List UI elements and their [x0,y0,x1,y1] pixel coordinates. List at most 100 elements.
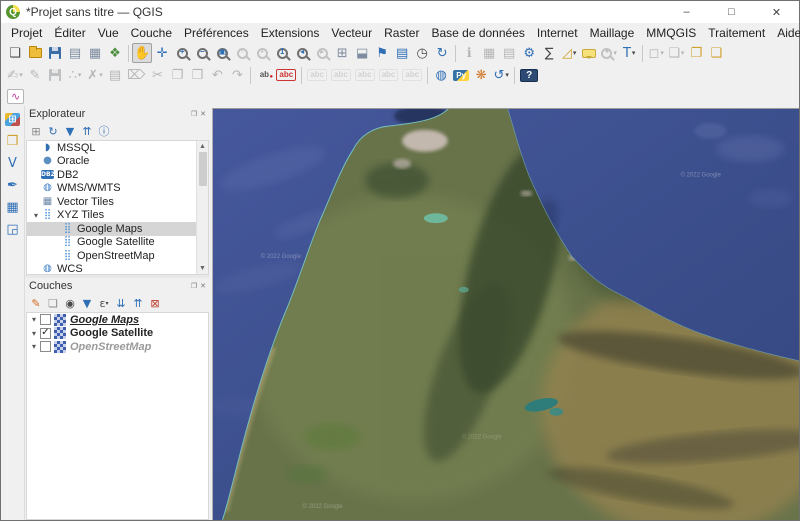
filter-expression-button[interactable]: ε ▾ [96,295,112,311]
show-hidden-labels-button[interactable]: abc [377,65,401,85]
redo-button[interactable]: ↷ [227,65,247,85]
menu-pr-f-rences[interactable]: Préférences [178,25,255,41]
cut-features-button[interactable]: ✂ [147,65,167,85]
show-hide-labels-button[interactable]: abc [329,65,353,85]
save-edits-button[interactable] [45,65,65,85]
plugin-palette-button[interactable]: ❋ [471,65,491,85]
paste-features-button[interactable]: ❒ [187,65,207,85]
pin-labels-button[interactable]: ❑ [706,43,726,63]
measure-button[interactable]: ◿ ▾ [559,43,579,63]
filter-legend-button[interactable]: ▼ [79,295,95,311]
pan-map-button[interactable]: ✋ [132,43,153,63]
new-geopackage-layer-button[interactable]: ❒ [3,131,23,151]
chevron-down-icon[interactable]: ▾ [660,49,664,57]
menu-projet[interactable]: Projet [5,25,48,41]
chevron-down-icon[interactable]: ▾ [632,49,636,57]
processing-history-button[interactable]: ↺ ▾ [491,65,511,85]
statistics-panel-button[interactable]: ∑ [539,43,559,63]
zoom-to-layer-button[interactable]: ▪ [252,43,272,63]
add-group-button[interactable]: ❏ [45,295,61,311]
style-manager-button[interactable]: ❖ [105,43,125,63]
chevron-down-icon[interactable]: ▾ [78,71,82,79]
close-button[interactable]: ✕ [754,1,799,23]
highlight-pinned-labels-button[interactable]: abc [305,65,329,85]
select-by-form-button[interactable]: ❏ ▾ [666,43,686,63]
pan-to-selection-button[interactable]: ✛ [152,43,172,63]
chevron-down-icon[interactable]: ▾ [681,49,685,57]
browser-scrollbar-thumb[interactable] [198,152,207,186]
menu-internet[interactable]: Internet [531,25,584,41]
browser-item-google-satellite[interactable]: ⣿ Google Satellite [27,236,196,250]
browser-item-xyz-tiles[interactable]: ▾ ⣿ XYZ Tiles [27,209,196,223]
browser-item-wcs[interactable]: ◍ WCS [27,263,196,274]
add-selected-layers-button[interactable]: ⊞ [28,123,44,139]
refresh-map-button[interactable]: ↻ [432,43,452,63]
new-map-view-button[interactable]: ⊞ [332,43,352,63]
elevation-profile-button[interactable]: ∿ [5,86,26,106]
data-source-manager-button[interactable]: ⊞ [3,109,23,129]
chevron-down-icon[interactable]: ▾ [573,49,577,57]
identify-features-button[interactable]: ℹ [459,43,479,63]
maximize-button[interactable]: □ [709,1,754,23]
filter-browser-button[interactable]: ▼ [62,123,78,139]
layer-row-google-maps[interactable]: ▾ Google Maps [27,313,208,327]
python-console-button[interactable]: Py [451,65,471,85]
layer-row-openstreetmap[interactable]: ▾ OpenStreetMap [27,340,208,354]
minimize-button[interactable]: – [664,1,709,23]
processing-toolbox-button[interactable]: ⚙ [519,43,539,63]
delete-selected-button[interactable]: ⌦ [125,65,147,85]
map-themes-button[interactable]: ◉ [62,295,78,311]
modify-attributes-button[interactable]: ▤ [105,65,125,85]
chevron-down-icon[interactable]: ▾ [19,71,23,79]
layer-styling-button[interactable]: ✎ [28,295,44,311]
layer-caret-icon[interactable]: ▾ [29,315,39,324]
browser-item-db2[interactable]: DB2 DB2 [27,168,196,182]
expand-all-layers-button[interactable]: ⇊ [113,295,129,311]
menu-mmqgis[interactable]: MMQGIS [640,25,702,41]
zoom-next-button[interactable]: ▸ [312,43,332,63]
pin-unpin-labels-button[interactable]: abc [353,65,377,85]
new-print-layout-button[interactable]: ▤ [65,43,85,63]
add-feature-button[interactable]: ∴ ▾ [65,65,85,85]
zoom-full-extent-button[interactable]: ▣ [212,43,232,63]
metasearch-button[interactable]: ◍ [431,65,451,85]
browser-item-oracle[interactable]: ● Oracle [27,155,196,169]
zoom-in-button[interactable]: + [172,43,192,63]
browser-item-mssql[interactable]: ◗ MSSQL [27,141,196,155]
chevron-down-icon[interactable]: ▾ [505,71,509,79]
save-project-button[interactable] [45,43,65,63]
layers-float-button[interactable]: ❐ [191,283,197,290]
menu-couche[interactable]: Couche [125,25,178,41]
menu-vecteur[interactable]: Vecteur [325,25,378,41]
undo-button[interactable]: ↶ [207,65,227,85]
browser-scrollbar[interactable]: ▲ ▼ [196,141,208,274]
menu-diter[interactable]: Éditer [48,25,91,41]
menu-vue[interactable]: Vue [92,25,125,41]
vertex-tool-button[interactable]: ✗ ▾ [85,65,105,85]
browser-float-button[interactable]: ❐ [191,111,197,118]
open-attribute-table-button[interactable]: ▦ [479,43,499,63]
current-edits-button[interactable]: ✍ ▾ [5,65,25,85]
field-calculator-button[interactable]: ▤ [499,43,519,63]
new-spatialite-layer-button[interactable]: ✒ [3,175,23,195]
chevron-down-icon[interactable]: ▾ [105,300,108,307]
help-contents-button[interactable]: ? [518,65,540,85]
chevron-down-icon[interactable]: ▾ [99,71,103,79]
label-overlaps-button[interactable]: ❐ [686,43,706,63]
remove-layer-button[interactable]: ⊠ [147,295,163,311]
layers-close-button[interactable]: ✕ [200,283,206,290]
zoom-last-button[interactable]: ◂ [292,43,312,63]
menu-maillage[interactable]: Maillage [584,25,641,41]
move-label-button[interactable]: abc [400,65,424,85]
menu-aide[interactable]: Aide [771,25,800,41]
map-canvas[interactable]: © 2022 Google © 2022 Google © 2022 Googl… [212,108,799,520]
refresh-browser-button[interactable]: ↻ [45,123,61,139]
new-shapefile-layer-button[interactable]: V [3,153,23,173]
browser-item-google-maps[interactable]: ⣿ Google Maps [27,222,196,236]
layer-row-google-satellite[interactable]: ▾ ✓ Google Satellite [27,327,208,341]
show-bookmarks-button[interactable]: ▤ [392,43,412,63]
layer-labeling-options-button[interactable]: ab [254,65,274,85]
new-spatial-bookmark-button[interactable]: ⚑ [372,43,392,63]
chevron-down-icon[interactable]: ▾ [613,49,617,57]
menu-raster[interactable]: Raster [378,25,425,41]
